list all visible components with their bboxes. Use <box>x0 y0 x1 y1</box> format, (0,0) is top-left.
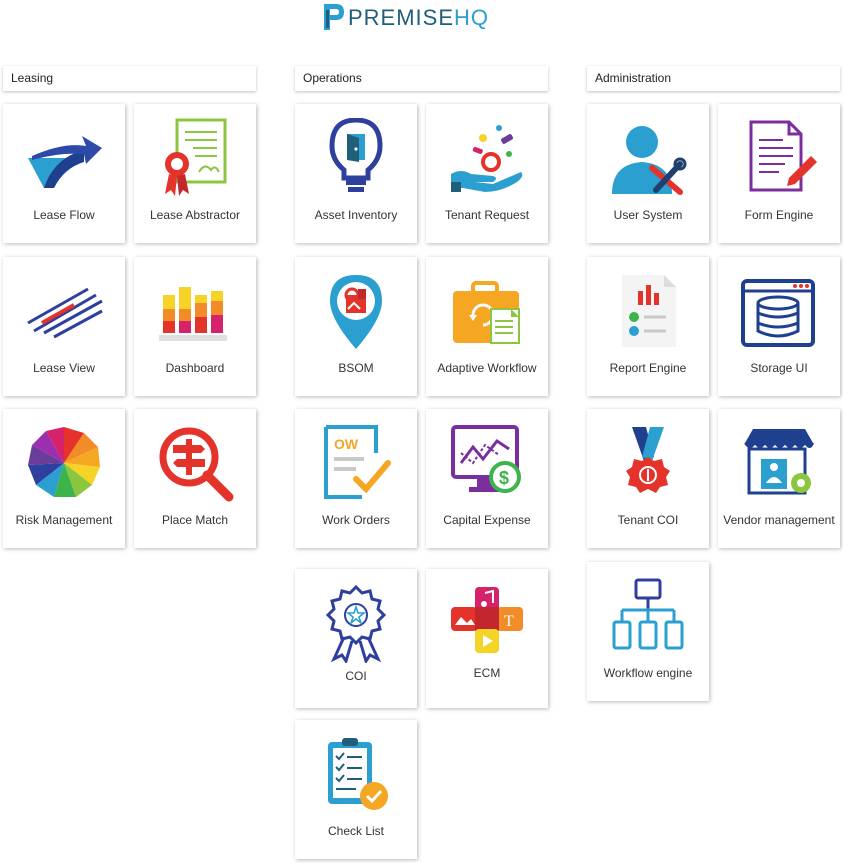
tile-label: Capital Expense <box>443 513 531 527</box>
bsom-icon <box>330 275 382 349</box>
tile-label: Storage UI <box>750 361 808 375</box>
lease-abstractor-icon <box>165 118 227 196</box>
ecm-icon-text: T <box>504 613 514 630</box>
section-header-administration: Administration <box>587 66 840 91</box>
tile-adaptive-workflow[interactable]: Adaptive Workflow <box>426 257 548 396</box>
tile-lease-abstractor[interactable]: Lease Abstractor <box>134 104 256 243</box>
tile-label: User System <box>613 208 683 222</box>
tile-label: Place Match <box>161 513 229 527</box>
asset-inventory-icon <box>329 118 383 192</box>
tile-label: Lease Flow <box>33 208 95 222</box>
check-list-icon <box>328 738 388 810</box>
brand-logo: PREMISEHQ <box>322 2 492 34</box>
tile-label: Adaptive Workflow <box>437 361 537 375</box>
tile-label: BSOM <box>338 361 374 375</box>
lease-flow-icon <box>28 136 102 188</box>
tile-coi[interactable]: COI <box>295 569 417 708</box>
capital-expense-icon: $ <box>451 425 521 493</box>
tile-label: Risk Management <box>15 513 113 527</box>
form-engine-icon <box>749 120 817 192</box>
tile-label: Tenant COI <box>617 513 679 527</box>
section-header-operations: Operations <box>295 66 548 91</box>
brand-name: PREMISEHQ <box>348 5 490 30</box>
tile-label: Form Engine <box>744 208 814 222</box>
tile-report-engine[interactable]: Report Engine <box>587 257 709 396</box>
tile-place-match[interactable]: Place Match <box>134 409 256 548</box>
tile-bsom[interactable]: BSOM <box>295 257 417 396</box>
tile-label: COI <box>345 669 367 683</box>
tile-vendor-management[interactable]: Vendor management <box>718 409 840 548</box>
tile-tenant-coi[interactable]: Tenant COI <box>587 409 709 548</box>
tile-label: Dashboard <box>165 361 225 375</box>
storage-ui-icon <box>741 279 815 347</box>
tile-label: ECM <box>473 666 501 680</box>
tile-form-engine[interactable]: Form Engine <box>718 104 840 243</box>
tile-tenant-request[interactable]: Tenant Request <box>426 104 548 243</box>
tile-asset-inventory[interactable]: Asset Inventory <box>295 104 417 243</box>
work-orders-icon-text: OW <box>334 436 359 452</box>
report-engine-icon <box>622 275 676 347</box>
tile-label: Asset Inventory <box>314 208 398 222</box>
tile-risk-management[interactable]: Risk Management <box>3 409 125 548</box>
tile-storage-ui[interactable]: Storage UI <box>718 257 840 396</box>
work-orders-icon: OW <box>324 425 391 499</box>
tile-dashboard[interactable]: Dashboard <box>134 257 256 396</box>
coi-icon <box>325 584 387 663</box>
tile-check-list[interactable]: Check List <box>295 720 417 859</box>
tile-capital-expense[interactable]: $ Capital Expense <box>426 409 548 548</box>
lease-view-icon <box>27 287 103 339</box>
tile-label: Workflow engine <box>603 666 693 680</box>
svg-text:$: $ <box>499 468 509 488</box>
tile-label: Work Orders <box>322 513 390 527</box>
vendor-management-icon <box>744 429 814 495</box>
tile-lease-flow[interactable]: Lease Flow <box>3 104 125 243</box>
tile-label: Report Engine <box>609 361 687 375</box>
user-system-icon <box>612 126 687 195</box>
workflow-engine-icon <box>612 578 684 650</box>
tenant-coi-icon <box>626 427 670 493</box>
tile-work-orders[interactable]: OW Work Orders <box>295 409 417 548</box>
tile-label: Check List <box>327 824 385 838</box>
tile-workflow-engine[interactable]: Workflow engine <box>587 562 709 701</box>
tile-label: Tenant Request <box>444 208 530 222</box>
tile-ecm[interactable]: T ECM <box>426 569 548 708</box>
place-match-icon <box>159 427 234 502</box>
tile-lease-view[interactable]: Lease View <box>3 257 125 396</box>
tile-label: Lease View <box>33 361 95 375</box>
dashboard-icon <box>159 287 227 341</box>
risk-management-icon <box>28 427 100 497</box>
premisehq-logo-icon <box>324 4 344 30</box>
section-header-leasing: Leasing <box>3 66 256 91</box>
tile-user-system[interactable]: User System <box>587 104 709 243</box>
tile-label: Lease Abstractor <box>149 208 241 222</box>
tenant-request-icon <box>451 125 523 192</box>
tile-label: Vendor management <box>723 513 835 527</box>
adaptive-workflow-icon <box>453 281 520 344</box>
ecm-icon: T <box>451 587 523 653</box>
